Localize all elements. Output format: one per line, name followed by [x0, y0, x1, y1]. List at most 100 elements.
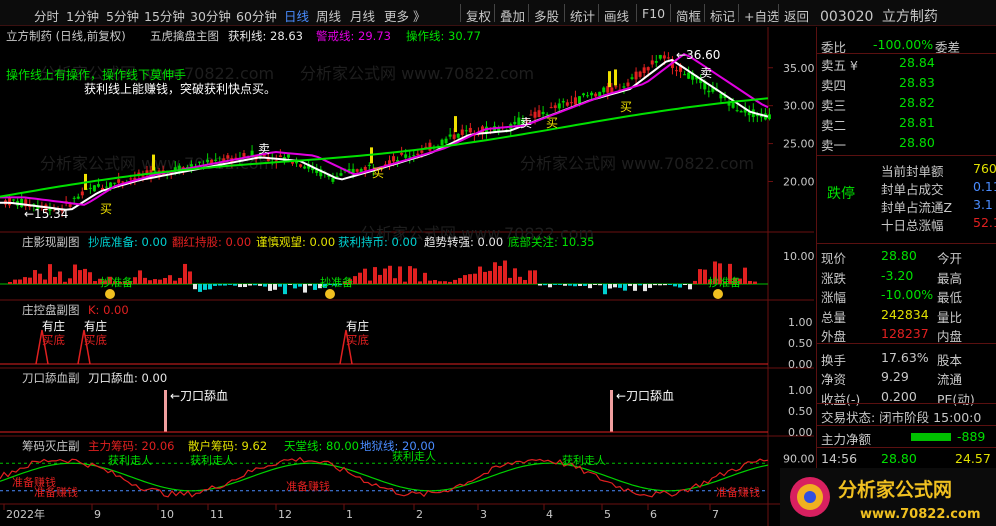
candle-body [586, 95, 590, 97]
sub1-bar [753, 281, 757, 284]
candle-body [367, 164, 371, 166]
candle-body [76, 196, 80, 199]
sub1-bar [503, 260, 507, 284]
candle-body [577, 96, 581, 104]
candle-body [767, 114, 771, 120]
sub3-tick: 0.00 [788, 426, 813, 439]
main-title: 立方制药 (日线,前复权) [6, 29, 126, 43]
tab-1[interactable]: 1分钟 [66, 6, 99, 25]
sub4-tick: 90.00 [783, 453, 814, 466]
candle-body [658, 54, 662, 59]
stock-code: 003020 [820, 9, 874, 25]
quote-label: 涨跌 [821, 270, 847, 286]
sub4-tag-down: 准备赚钱 [34, 485, 78, 499]
tab-0[interactable]: 分时 [34, 6, 59, 25]
sub1-bar [23, 277, 27, 284]
limit-row-label: 当前封单额 [881, 164, 944, 179]
sub1-bar [83, 268, 87, 284]
sub1-bar [133, 277, 137, 284]
net-flow-bar [911, 433, 951, 441]
sub1-bar [578, 284, 582, 286]
candle-body [582, 93, 586, 96]
toolbar-button-0[interactable]: 复权 [466, 6, 491, 25]
ask-price: 28.80 [899, 135, 935, 150]
main-line-label: 操作线: 30.77 [406, 29, 481, 43]
tab-8[interactable]: 月线 [350, 6, 375, 25]
toolbar-button-6[interactable]: 简框 [676, 6, 701, 25]
quote-label: 收益(-) [821, 391, 861, 407]
stock-header: 003020 立方制药 [820, 6, 938, 26]
sub1-bar [683, 284, 687, 286]
sub-title: 庄影现副图 [22, 235, 80, 249]
sell-signal: 卖 [700, 66, 712, 80]
sub1-bar [593, 284, 597, 285]
tab-5[interactable]: 60分钟 [236, 6, 277, 25]
sub3-tag: ←刀口舔血 [616, 389, 674, 403]
sub1-bar [308, 284, 312, 286]
candle-body [666, 57, 670, 59]
candle-body [569, 102, 573, 104]
watermark-text: 分析家公式网 www.70822.com [520, 154, 754, 173]
sub1-bar [458, 278, 462, 284]
price-tick: 35.00 [783, 62, 814, 75]
sub2-tag-bottom: 买底 [346, 333, 369, 347]
sub1-bar [18, 279, 22, 284]
sub2-tick: 1.00 [788, 316, 813, 329]
sub1-bar [543, 284, 547, 286]
sub1-bar [88, 272, 92, 284]
tab-4[interactable]: 30分钟 [190, 6, 231, 25]
sub1-bar [468, 274, 472, 284]
sub1-bar [193, 284, 197, 290]
panel-divider [816, 243, 996, 244]
sub1-bar [273, 284, 277, 290]
tab-7[interactable]: 周线 [316, 6, 341, 25]
quote-value: -3.20 [881, 267, 914, 283]
sub1-bar [138, 270, 142, 284]
toolbar-button-2[interactable]: 多股 [534, 6, 559, 25]
ask-price: 28.82 [899, 95, 935, 110]
sub-item-label: 散户筹码: 9.62 [188, 439, 267, 453]
toolbar-button-9[interactable]: 返回 [784, 6, 809, 25]
max-price-label: ←36.60 [676, 48, 720, 62]
candle-body [206, 159, 210, 163]
tab-9[interactable]: 更多 》 [384, 6, 425, 25]
sub1-bar [418, 281, 422, 284]
sub1-bar [248, 284, 252, 286]
toolbar-separator [564, 4, 565, 22]
candle-body [105, 186, 109, 188]
ask-label: 卖一 [821, 138, 847, 153]
sub1-bar [483, 271, 487, 284]
panel-divider [816, 425, 996, 426]
tab-2[interactable]: 5分钟 [106, 6, 139, 25]
chart-area[interactable]: 35.0030.0025.0020.00分析家公式网 www.70822.com… [0, 27, 814, 526]
ask-price: 28.84 [899, 55, 935, 70]
tab-3[interactable]: 15分钟 [144, 6, 185, 25]
quote-label-2: 最高 [937, 270, 963, 286]
candle-body [650, 60, 654, 65]
operation-line [0, 97, 769, 198]
candle-body [80, 191, 84, 196]
sub-item-label: 获利持币: 0.00 [338, 235, 417, 249]
date-tick: 7 [712, 508, 719, 521]
toolbar-button-8[interactable]: +自选 [744, 6, 779, 25]
main-indicator: 五虎擒盘主图 [150, 29, 219, 43]
watermark-text: 分析家公式网 www.70822.com [300, 64, 534, 83]
sub1-bar [253, 284, 257, 286]
candle-body [565, 102, 569, 106]
candle-body [68, 204, 72, 207]
tab-6[interactable]: 日线 [284, 6, 309, 25]
sub1-bar [553, 284, 557, 285]
sub1-bar [563, 284, 567, 286]
toolbar-button-1[interactable]: 叠加 [500, 6, 525, 25]
toolbar-button-3[interactable]: 统计 [570, 6, 595, 25]
sub-item-label: 刀口舔血: 0.00 [88, 371, 167, 385]
quote-label-2: 量比 [937, 309, 963, 325]
sub1-bar [608, 284, 612, 289]
toolbar-button-4[interactable]: 画线 [604, 6, 629, 25]
sub4-tag-down: 准备赚钱 [286, 479, 330, 493]
toolbar-button-5[interactable]: F10 [642, 6, 665, 21]
signal-candle [454, 116, 457, 133]
toolbar-button-7[interactable]: 标记 [710, 6, 735, 25]
sub1-bar [598, 284, 602, 286]
money-icon [105, 289, 115, 299]
